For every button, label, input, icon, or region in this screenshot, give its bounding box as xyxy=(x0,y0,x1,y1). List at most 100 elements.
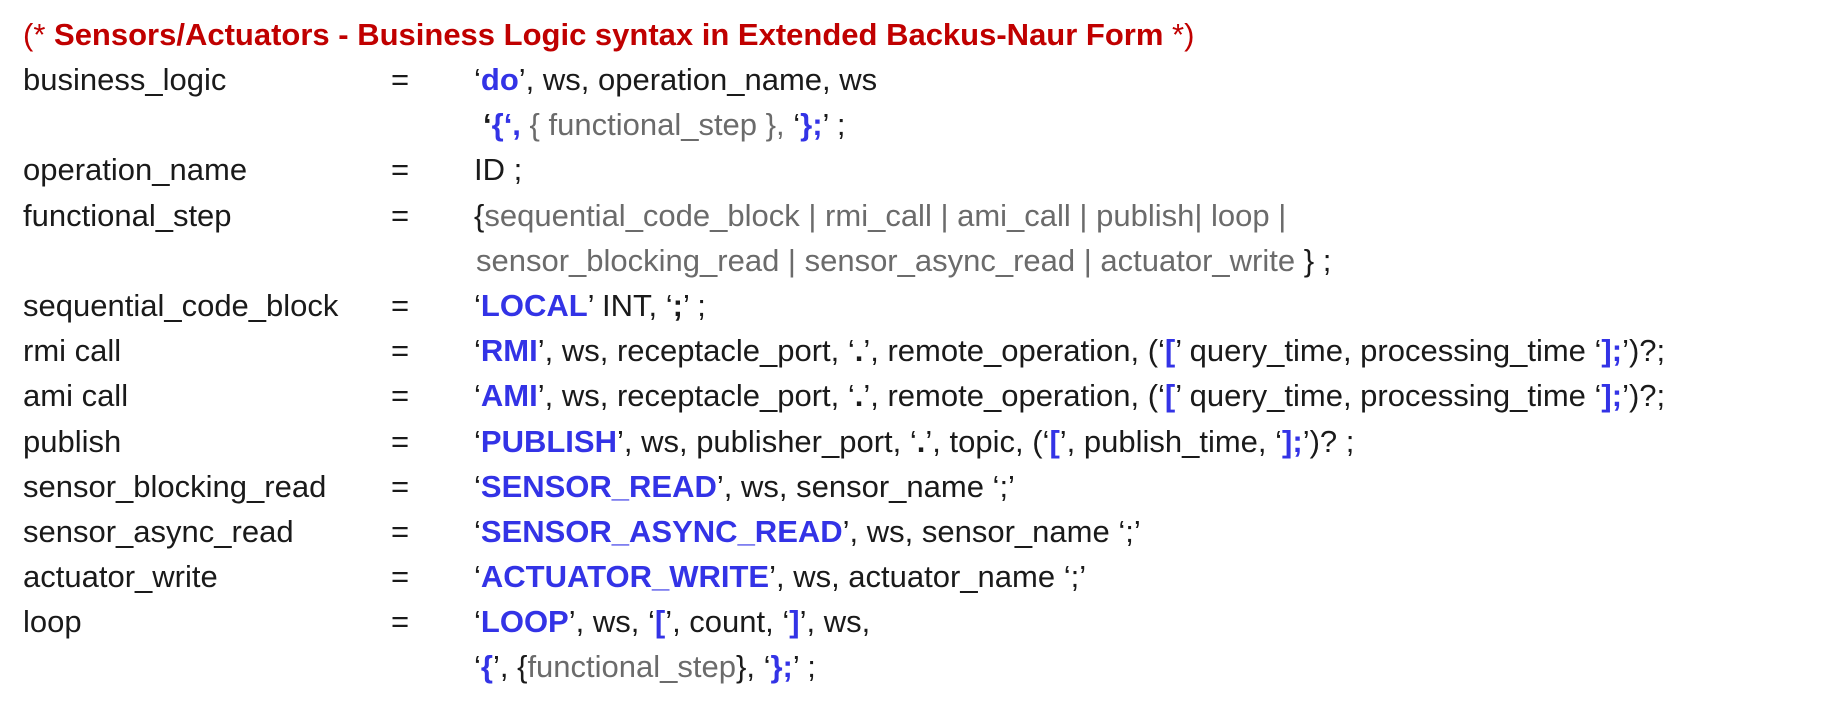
rule-definition: ‘RMI’, ws, receptacle_port, ‘.’, remote_… xyxy=(474,328,1665,373)
keyword: SENSOR_READ xyxy=(480,468,717,504)
rule-equals: = xyxy=(391,197,410,233)
definition-text: ’, ws, actuator_name ‘;’ xyxy=(769,559,1087,595)
keyword: AMI xyxy=(480,378,538,414)
definition-text: ’, { xyxy=(492,649,528,685)
nonterminal-text: { functional_step }, xyxy=(520,107,794,143)
definition-text: ’ ; xyxy=(822,107,846,143)
definition-text: ’, ws, xyxy=(799,604,871,640)
rule-definition: ‘do’, ws, operation_name, ws xyxy=(474,57,877,102)
keyword: { xyxy=(480,649,493,685)
quote: ‘ xyxy=(474,378,481,414)
definition-text: ’ query_time, processing_time ‘ xyxy=(1175,378,1602,414)
rule-equals: = xyxy=(391,423,410,459)
keyword: ACTUATOR_WRITE xyxy=(480,559,770,595)
rule-operation-name: operation_name = ID ; xyxy=(23,147,1813,192)
definition-text: ’)?; xyxy=(1622,378,1666,414)
rule-definition: ‘ACTUATOR_WRITE’, ws, actuator_name ‘;’ xyxy=(474,554,1086,599)
rule-definition: ‘PUBLISH’, ws, publisher_port, ‘.’, topi… xyxy=(474,419,1354,464)
rule-definition: ‘SENSOR_ASYNC_READ’, ws, sensor_name ‘;’ xyxy=(474,509,1141,554)
rule-name: ami call xyxy=(23,378,129,414)
rule-equals: = xyxy=(391,604,410,640)
definition-text: }, ‘ xyxy=(735,649,771,685)
terminal-symbol: ; xyxy=(672,287,683,323)
quote: ‘ xyxy=(474,513,481,549)
rule-loop-continuation: ‘{’, {functional_step}, ‘};’ ; xyxy=(23,644,1813,689)
rule-sensor-async-read: sensor_async_read = ‘SENSOR_ASYNC_READ’,… xyxy=(23,509,1813,554)
quote: ‘ xyxy=(483,107,492,143)
keyword: [ xyxy=(1049,423,1060,459)
rule-equals: = xyxy=(391,62,410,97)
definition-text: ’, ws, sensor_name ‘;’ xyxy=(716,468,1015,504)
quote: ‘ xyxy=(474,333,481,369)
rule-definition: sensor_blocking_read | sensor_async_read… xyxy=(476,238,1331,283)
keyword: do xyxy=(480,62,519,97)
definition-text: ’, count, ‘ xyxy=(665,604,790,640)
keyword: {‘, xyxy=(491,107,521,143)
rule-equals: = xyxy=(391,378,410,414)
rule-definition: ‘SENSOR_READ’, ws, sensor_name ‘;’ xyxy=(474,464,1015,509)
keyword: [ xyxy=(654,604,666,640)
rule-name: rmi call xyxy=(23,333,122,369)
keyword: PUBLISH xyxy=(480,423,617,459)
rule-definition: ‘LOOP’, ws, ‘[’, count, ‘]’, ws, xyxy=(474,599,870,644)
keyword: [ xyxy=(1164,378,1176,414)
rule-actuator-write: actuator_write = ‘ACTUATOR_WRITE’, ws, a… xyxy=(23,554,1813,599)
definition-text: ’)?; xyxy=(1622,333,1666,369)
rule-name: sensor_async_read xyxy=(23,513,294,549)
keyword: ]; xyxy=(1282,423,1303,459)
rule-equals: = xyxy=(391,333,410,369)
keyword: SENSOR_ASYNC_READ xyxy=(480,513,843,549)
rule-definition: ‘LOCAL’ INT, ‘;’ ; xyxy=(474,283,706,328)
rule-rmi-call: rmi call = ‘RMI’, ws, receptacle_port, ‘… xyxy=(23,328,1813,373)
rule-publish: publish = ‘PUBLISH’, ws, publisher_port,… xyxy=(23,419,1813,464)
rule-equals: = xyxy=(391,468,410,504)
rule-business-logic: business_logic = ‘do’, ws, operation_nam… xyxy=(23,57,1813,102)
rule-sensor-blocking-read: sensor_blocking_read = ‘SENSOR_READ’, ws… xyxy=(23,464,1813,509)
rule-sequential-code-block: sequential_code_block = ‘LOCAL’ INT, ‘;’… xyxy=(23,283,1813,328)
rule-functional-step-continuation: sensor_blocking_read | sensor_async_read… xyxy=(23,238,1813,283)
definition-text: } ; xyxy=(1295,242,1332,278)
rule-definition: ‘{‘, { functional_step }, ‘};’ ; xyxy=(483,102,845,147)
nonterminal-text: functional_step xyxy=(527,649,736,685)
definition-text: ’ INT, ‘ xyxy=(587,287,673,323)
rule-loop: loop = ‘LOOP’, ws, ‘[’, count, ‘]’, ws, xyxy=(23,599,1813,644)
rule-name: operation_name xyxy=(23,152,248,188)
document-title: (* Sensors/Actuators - Business Logic sy… xyxy=(23,12,1813,57)
quote: ‘ xyxy=(474,559,481,595)
rule-name: functional_step xyxy=(23,197,232,233)
definition-text: ’, topic, (‘ xyxy=(925,423,1050,459)
rule-definition: ID ; xyxy=(474,152,523,188)
rule-name: loop xyxy=(23,604,82,640)
keyword: LOCAL xyxy=(480,287,588,323)
nonterminal-text: sequential_code_block | rmi_call | ami_c… xyxy=(484,197,1287,233)
definition-text: ’ ; xyxy=(792,649,816,685)
brace: { xyxy=(474,197,485,233)
quote: ‘ xyxy=(474,62,481,97)
ebnf-document: (* Sensors/Actuators - Business Logic sy… xyxy=(23,12,1813,690)
rule-name: publish xyxy=(23,423,122,459)
rule-definition: {sequential_code_block | rmi_call | ami_… xyxy=(474,193,1286,238)
definition-text: ’, ws, sensor_name ‘;’ xyxy=(842,513,1141,549)
quote: ‘ xyxy=(474,604,481,640)
rule-equals: = xyxy=(391,559,410,595)
definition-text: ’, remote_operation, (‘ xyxy=(863,378,1165,414)
keyword: RMI xyxy=(480,333,538,369)
quote: ‘ xyxy=(474,649,481,685)
keyword: LOOP xyxy=(480,604,569,640)
rule-equals: = xyxy=(391,513,410,549)
rule-ami-call: ami call = ‘AMI’, ws, receptacle_port, ‘… xyxy=(23,373,1813,418)
definition-text: ’, ws, operation_name, ws xyxy=(518,62,878,97)
definition-text: ’)? ; xyxy=(1302,423,1355,459)
definition-text: ’, ws, publisher_port, ‘ xyxy=(616,423,917,459)
rule-name: business_logic xyxy=(23,62,227,97)
definition-text: ’, remote_operation, (‘ xyxy=(863,333,1165,369)
title-open-comment: (* xyxy=(23,17,46,52)
keyword: }; xyxy=(770,649,793,685)
definition-text: ’, publish_time, ‘ xyxy=(1059,423,1283,459)
quote: ‘ xyxy=(474,468,481,504)
quote: ‘ xyxy=(474,423,481,459)
rule-name: actuator_write xyxy=(23,559,218,595)
definition-text: ’ ; xyxy=(682,287,706,323)
rule-definition: ‘{’, {functional_step}, ‘};’ ; xyxy=(474,644,816,689)
rule-business-logic-continuation: ‘{‘, { functional_step }, ‘};’ ; xyxy=(23,102,1813,147)
